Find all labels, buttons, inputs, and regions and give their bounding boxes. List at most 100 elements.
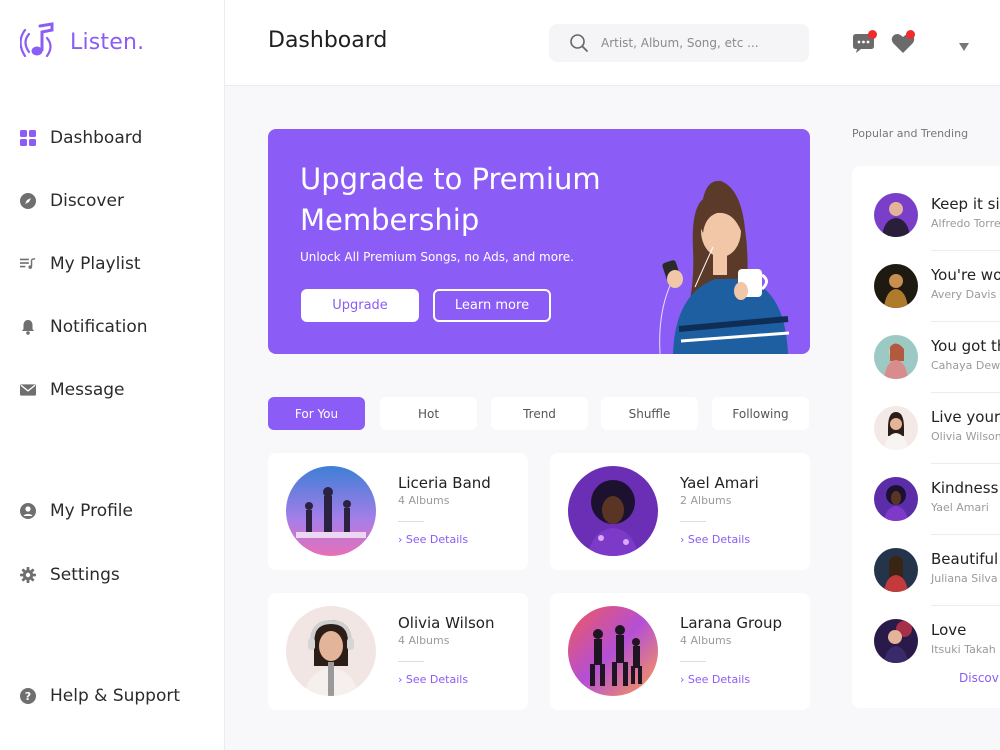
sidebar-item-settings[interactable]: Settings xyxy=(20,565,120,585)
song-artist: Yael Amari xyxy=(931,501,989,514)
song-thumbnail xyxy=(874,548,918,592)
gear-icon xyxy=(20,567,36,583)
see-details-link[interactable]: › See Details xyxy=(680,533,750,546)
logo[interactable]: Listen. xyxy=(20,22,144,62)
divider xyxy=(931,392,1000,393)
sidebar-item-notification[interactable]: Notification xyxy=(20,317,148,337)
trending-item[interactable]: You got th Cahaya Dew xyxy=(852,328,1000,393)
song-thumbnail xyxy=(874,406,918,450)
sidebar-item-message[interactable]: Message xyxy=(20,380,125,400)
search-input[interactable] xyxy=(601,36,791,50)
sidebar-item-dashboard[interactable]: Dashboard xyxy=(20,128,142,148)
upgrade-button[interactable]: Upgrade xyxy=(301,289,419,322)
song-title: You got th xyxy=(931,337,1000,355)
sidebar-item-help-support[interactable]: ? Help & Support xyxy=(20,686,180,706)
song-artist: Juliana Silva xyxy=(931,572,998,585)
tab-for-you[interactable]: For You xyxy=(268,397,365,430)
sidebar-item-label: Help & Support xyxy=(50,686,181,706)
sidebar: Listen. Dashboard Discover My Playlist N… xyxy=(0,0,225,750)
artist-name: Larana Group xyxy=(680,614,783,632)
artist-avatar xyxy=(568,466,658,556)
artist-card[interactable]: Larana Group 4 Albums › See Details xyxy=(550,593,810,710)
trending-title: Popular and Trending xyxy=(852,127,969,140)
song-title: Kindness xyxy=(931,479,999,497)
banner-subtitle: Unlock All Premium Songs, no Ads, and mo… xyxy=(300,250,574,264)
woman-with-phone-illustration xyxy=(659,180,790,354)
artist-album-count: 4 Albums xyxy=(398,634,450,647)
trending-item[interactable]: Love Itsuki Takah xyxy=(852,612,1000,670)
see-details-link[interactable]: › See Details xyxy=(398,673,468,686)
banner-title: Upgrade to Premium Membership xyxy=(300,162,601,237)
sidebar-item-my-profile[interactable]: My Profile xyxy=(20,501,133,521)
artist-name: Olivia Wilson xyxy=(398,614,495,632)
sidebar-item-my-playlist[interactable]: My Playlist xyxy=(20,254,141,274)
chat-notification-button[interactable] xyxy=(852,30,877,58)
see-details-link[interactable]: › See Details xyxy=(398,533,468,546)
divider xyxy=(931,250,1000,251)
compass-icon xyxy=(20,193,36,209)
premium-banner: Upgrade to Premium Membership Unlock All… xyxy=(268,129,810,354)
song-title: Beautiful xyxy=(931,550,999,568)
song-thumbnail xyxy=(874,264,918,308)
tab-hot[interactable]: Hot xyxy=(380,397,477,430)
song-artist: Itsuki Takah xyxy=(931,643,996,656)
tab-following[interactable]: Following xyxy=(712,397,809,430)
sidebar-item-label: Notification xyxy=(50,317,148,337)
favorites-button[interactable] xyxy=(891,30,915,58)
bell-icon xyxy=(20,319,36,335)
song-thumbnail xyxy=(874,193,918,237)
song-title: Love xyxy=(931,621,967,639)
trending-item[interactable]: Keep it si Alfredo Torre xyxy=(852,186,1000,251)
learn-more-button[interactable]: Learn more xyxy=(433,289,551,322)
trending-panel: Keep it si Alfredo Torre You're wo Avery… xyxy=(852,166,1000,708)
discover-more-link[interactable]: Discov xyxy=(959,671,999,685)
tab-shuffle[interactable]: Shuffle xyxy=(601,397,698,430)
divider xyxy=(398,521,424,522)
user-circle-icon xyxy=(20,503,36,519)
see-details-link[interactable]: › See Details xyxy=(680,673,750,686)
page-title: Dashboard xyxy=(268,28,388,53)
svg-text:?: ? xyxy=(25,690,31,703)
trending-item[interactable]: You're wo Avery Davis xyxy=(852,257,1000,322)
song-thumbnail xyxy=(874,619,918,663)
search-icon xyxy=(570,34,588,52)
divider xyxy=(931,534,1000,535)
grid-icon xyxy=(20,130,36,146)
song-artist: Olivia Wilson xyxy=(931,430,1000,443)
song-artist: Avery Davis xyxy=(931,288,997,301)
divider xyxy=(931,463,1000,464)
playlist-icon xyxy=(20,256,36,272)
song-title: Live your xyxy=(931,408,1000,426)
artist-card[interactable]: Yael Amari 2 Albums › See Details xyxy=(550,453,810,570)
sidebar-item-label: Message xyxy=(50,380,125,400)
artist-album-count: 4 Albums xyxy=(680,634,732,647)
artist-avatar xyxy=(286,606,376,696)
divider xyxy=(931,321,1000,322)
sidebar-item-label: Dashboard xyxy=(50,128,143,148)
divider xyxy=(680,521,706,522)
song-artist: Cahaya Dew xyxy=(931,359,1000,372)
sidebar-item-discover[interactable]: Discover xyxy=(20,191,124,211)
artist-name: Yael Amari xyxy=(680,474,759,492)
artist-card[interactable]: Olivia Wilson 4 Albums › See Details xyxy=(268,593,528,710)
artist-card[interactable]: Liceria Band 4 Albums › See Details xyxy=(268,453,528,570)
sidebar-item-label: Settings xyxy=(50,565,120,585)
envelope-icon xyxy=(20,382,36,398)
song-artist: Alfredo Torre xyxy=(931,217,1000,230)
logo-text: Listen. xyxy=(70,29,145,55)
tab-trend[interactable]: Trend xyxy=(491,397,588,430)
song-title: You're wo xyxy=(931,266,1000,284)
trending-item[interactable]: Live your Olivia Wilson xyxy=(852,399,1000,464)
sidebar-item-label: Discover xyxy=(50,191,124,211)
divider xyxy=(931,605,1000,606)
song-thumbnail xyxy=(874,477,918,521)
chevron-down-icon xyxy=(959,43,969,51)
music-note-icon xyxy=(20,22,54,58)
divider xyxy=(398,661,424,662)
trending-item[interactable]: Kindness Yael Amari xyxy=(852,470,1000,535)
search-box[interactable] xyxy=(549,24,809,62)
profile-dropdown[interactable] xyxy=(958,37,970,56)
top-header: Dashboard xyxy=(225,0,1000,86)
trending-item[interactable]: Beautiful Juliana Silva xyxy=(852,541,1000,606)
divider xyxy=(680,661,706,662)
